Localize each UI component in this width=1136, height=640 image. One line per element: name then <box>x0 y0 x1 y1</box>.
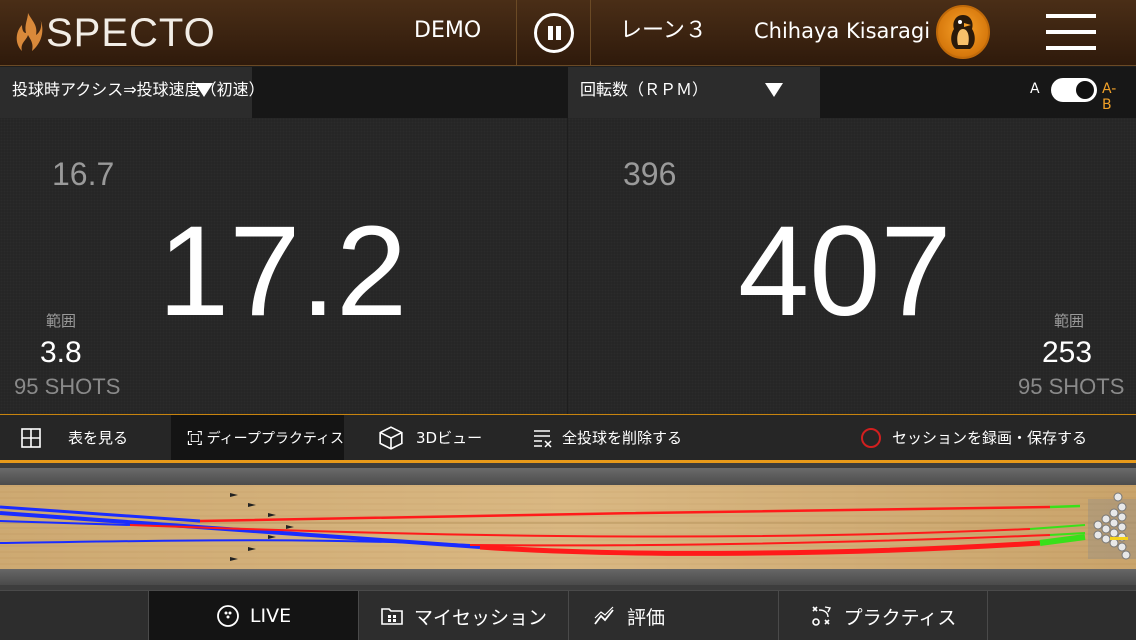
frame-icon <box>187 430 202 445</box>
hamburger-menu-icon[interactable] <box>1046 14 1096 50</box>
specto-logo: SPECTO <box>14 10 216 56</box>
right-metric-selector[interactable]: 回転数（ＲＰＭ） <box>568 67 820 118</box>
nav-evaluation-label: 評価 <box>627 606 666 629</box>
dropdown-triangle-icon[interactable] <box>195 83 213 97</box>
flame-logo-icon <box>16 13 43 51</box>
previous-value: 396 <box>623 156 677 192</box>
lane-view <box>0 463 1136 590</box>
delete-all-label: 全投球を削除する <box>562 429 683 447</box>
header-divider <box>516 0 517 66</box>
bowling-ball-icon <box>216 605 239 627</box>
trend-chart-icon <box>594 606 614 625</box>
nav-live[interactable]: LIVE <box>148 591 358 640</box>
record-session-button[interactable]: セッションを録画・保存する <box>860 415 1087 460</box>
logo-text: SPECTO <box>46 10 216 55</box>
toggle-switch[interactable] <box>1051 78 1097 102</box>
record-icon <box>861 427 881 448</box>
nav-evaluation[interactable]: 評価 <box>568 591 778 640</box>
lane-surface <box>0 485 1136 569</box>
grid-icon <box>21 427 41 448</box>
3d-view-button[interactable]: 3Dビュー <box>378 415 482 460</box>
shots-count: 95 SHOTS <box>14 374 121 399</box>
speed-panel: 16.7 17.2 範囲 3.8 95 SHOTS <box>0 118 567 414</box>
range-label: 範囲 <box>46 312 77 330</box>
nav-live-label: LIVE <box>249 605 292 627</box>
user-name[interactable]: Chihaya Kisaragi <box>754 0 930 66</box>
previous-value: 16.7 <box>52 156 115 192</box>
lane-label[interactable]: レーン３ <box>620 0 707 66</box>
nav-my-session-label: マイセッション <box>413 606 547 629</box>
avatar[interactable] <box>936 5 990 59</box>
record-session-label: セッションを録画・保存する <box>892 429 1088 447</box>
toggle-ab-label: A-B <box>1102 81 1117 113</box>
app-header: SPECTO DEMO レーン３ Chihaya Kisaragi <box>0 0 1136 66</box>
range-value: 3.8 <box>40 336 82 369</box>
clear-list-icon <box>534 429 552 448</box>
cube-icon <box>379 425 403 450</box>
nav-practice[interactable]: プラクティス <box>778 591 988 640</box>
current-value: 407 <box>738 200 952 343</box>
penguin-avatar-icon <box>951 15 975 49</box>
shots-count: 95 SHOTS <box>1018 374 1125 399</box>
deep-practice-button[interactable]: ディーププラクティス <box>171 415 344 460</box>
header-divider <box>590 0 591 66</box>
3d-view-label: 3Dビュー <box>416 429 483 447</box>
nav-my-session[interactable]: マイセッション <box>358 591 568 640</box>
play-strategy-icon <box>811 606 831 626</box>
action-toolbar: 表を見る ディーププラクティス 3Dビュー 全投球を削除する セッションを録画・… <box>0 414 1136 460</box>
folder-icon <box>381 608 403 625</box>
deep-practice-label: ディーププラクティス <box>206 430 344 447</box>
bottom-navigation: LIVE マイセッション 評価 プラクティス <box>0 590 1136 640</box>
range-label: 範囲 <box>1054 312 1085 330</box>
delete-all-button[interactable]: 全投球を削除する <box>532 415 682 460</box>
upper-gutter <box>0 468 1136 486</box>
rpm-panel: 396 407 範囲 253 95 SHOTS <box>568 118 1136 414</box>
left-metric-selector[interactable]: 投球時アクシス⇒投球速度（初速） <box>0 67 265 118</box>
nav-practice-label: プラクティス <box>843 606 957 629</box>
metric-selector-bar: 投球時アクシス⇒投球速度（初速） 回転数（ＲＰＭ） <box>0 67 1136 118</box>
left-metric-label: 投球時アクシス⇒投球速度（初速） <box>12 80 265 99</box>
pause-button[interactable] <box>534 13 574 53</box>
view-table-label: 表を見る <box>68 429 129 447</box>
lower-gutter <box>0 567 1136 585</box>
view-table-button[interactable]: 表を見る <box>20 415 128 460</box>
dropdown-triangle-icon[interactable] <box>765 83 783 97</box>
current-value: 17.2 <box>158 200 408 343</box>
range-value: 253 <box>1042 336 1093 369</box>
right-metric-label: 回転数（ＲＰＭ） <box>580 80 709 99</box>
demo-label[interactable]: DEMO <box>414 0 481 66</box>
toggle-a-label: A <box>1030 81 1040 97</box>
